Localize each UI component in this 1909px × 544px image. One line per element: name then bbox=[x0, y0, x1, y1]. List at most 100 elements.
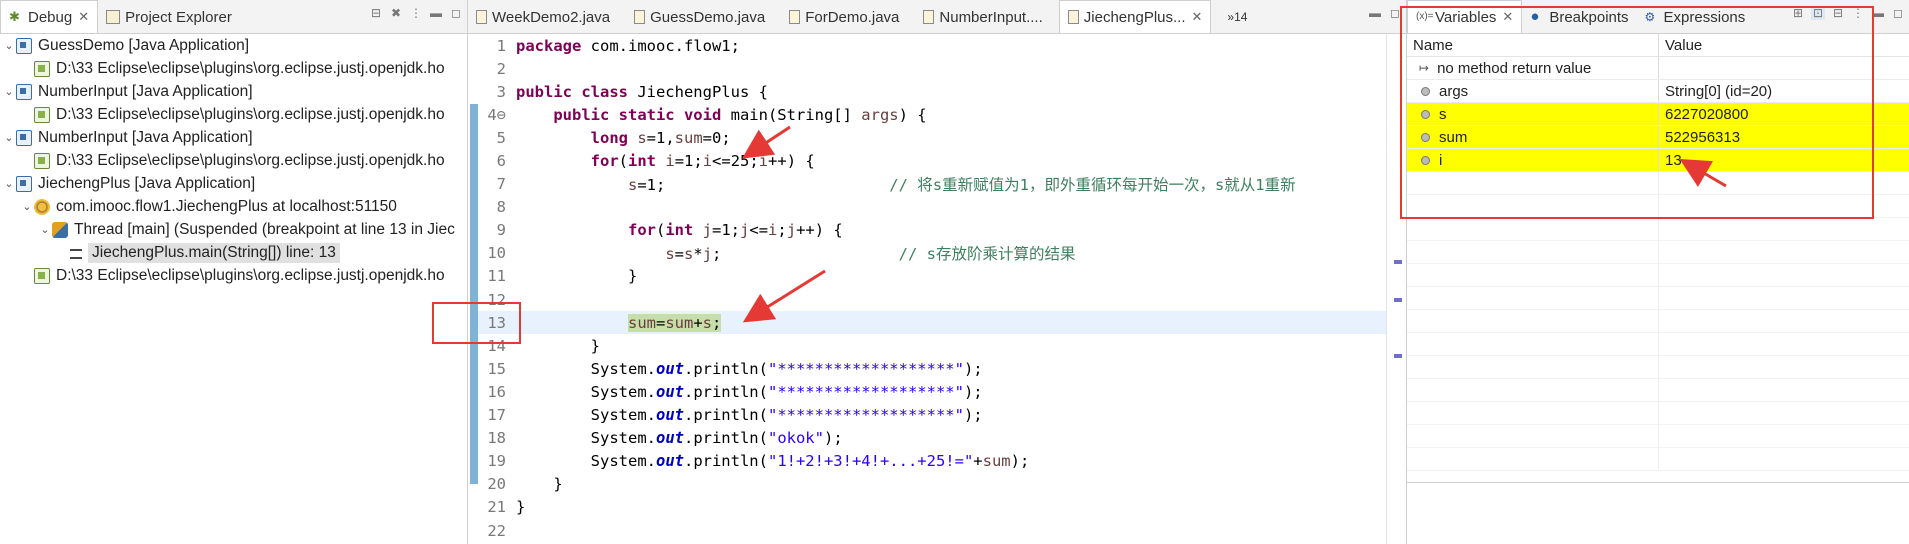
editor-tab[interactable]: GuessDemo.java bbox=[626, 1, 773, 33]
code-text: for(int j=1;j<=i;j++) { bbox=[627, 221, 843, 240]
empty-cell bbox=[1407, 241, 1659, 263]
chevron-down-icon[interactable]: ⌄ bbox=[2, 177, 16, 190]
debug-tree-item[interactable]: ⌄ JiechengPlus [Java Application] bbox=[0, 172, 467, 195]
tab-project-explorer[interactable]: Project Explorer bbox=[98, 1, 240, 33]
debug-tree-item[interactable]: ⌄ GuessDemo [Java Application] bbox=[0, 34, 467, 57]
overview-mark[interactable] bbox=[1394, 354, 1402, 358]
chevron-down-icon[interactable]: ⌄ bbox=[2, 131, 16, 144]
code-line[interactable]: 8 bbox=[478, 196, 1386, 219]
editor-tab[interactable]: NumberInput.... bbox=[915, 1, 1050, 33]
empty-cell bbox=[1407, 379, 1659, 401]
code-text: System.out.println("*******************"… bbox=[516, 406, 983, 425]
code-text: } bbox=[516, 267, 638, 286]
debug-tree-item[interactable]: ⌄ NumberInput [Java Application] bbox=[0, 126, 467, 149]
close-icon[interactable]: ✕ bbox=[1192, 9, 1203, 25]
empty-cell bbox=[1659, 425, 1909, 447]
empty-row bbox=[1407, 264, 1909, 287]
code-line[interactable]: 19 System.out.println("1!+2!+3!+4!+...+2… bbox=[478, 450, 1386, 473]
tab-overflow-button[interactable]: »14 bbox=[1219, 1, 1255, 33]
line-number: 22 bbox=[487, 521, 506, 540]
debug-tabbar: ✱ Debug ✕ Project Explorer ⊟ ✖ ⋮ ▬ ◻ bbox=[0, 0, 467, 34]
empty-cell bbox=[1659, 218, 1909, 240]
code-line[interactable]: 14 } bbox=[478, 334, 1386, 357]
remove-terminated-icon[interactable]: ✖ bbox=[389, 6, 403, 20]
close-icon[interactable]: ✕ bbox=[78, 9, 89, 25]
debug-tree-item[interactable]: JiechengPlus.main(String[]) line: 13 bbox=[0, 241, 467, 264]
code-text: s=1; // 将s重新赋值为1，即外重循环每开始一次，s就从1重新 bbox=[627, 176, 1296, 195]
editor-tab[interactable]: WeekDemo2.java bbox=[468, 1, 618, 33]
code-line[interactable]: 9 for(int j=1;j<=i;j++) { bbox=[478, 219, 1386, 242]
empty-row bbox=[1407, 241, 1909, 264]
debug-tree-label: NumberInput [Java Application] bbox=[38, 82, 253, 100]
detail-pane[interactable] bbox=[1407, 482, 1909, 544]
code-line[interactable]: 17 System.out.println("*****************… bbox=[478, 404, 1386, 427]
chevron-down-icon[interactable]: ⌄ bbox=[38, 223, 52, 236]
tab-debug-label: Debug bbox=[28, 8, 73, 26]
code-line[interactable]: 22 bbox=[478, 519, 1386, 542]
tab-project-explorer-label: Project Explorer bbox=[125, 8, 232, 26]
line-number: 6 bbox=[496, 152, 506, 171]
empty-cell bbox=[1407, 264, 1659, 286]
editor-tab[interactable]: JiechengPlus... ✕ bbox=[1058, 0, 1212, 33]
java-application-icon bbox=[16, 83, 32, 100]
debug-tree-item[interactable]: ⌄ Thread [main] (Suspended (breakpoint at… bbox=[0, 218, 467, 241]
view-menu-icon[interactable]: ⋮ bbox=[409, 6, 423, 20]
code-line[interactable]: 2 bbox=[478, 57, 1386, 80]
editor-gutter[interactable] bbox=[468, 34, 478, 544]
line-number: 10 bbox=[487, 244, 506, 263]
chevron-down-icon[interactable]: ⌄ bbox=[2, 39, 16, 52]
code-line[interactable]: 4⊖ public static void main(String[] args… bbox=[478, 103, 1386, 126]
code-line[interactable]: 7 s=1; // 将s重新赋值为1，即外重循环每开始一次，s就从1重新 bbox=[478, 173, 1386, 196]
debug-range-indicator bbox=[470, 104, 478, 484]
code-line[interactable]: 12 bbox=[478, 288, 1386, 311]
editor-tab[interactable]: ForDemo.java bbox=[781, 1, 907, 33]
line-number: 8 bbox=[496, 198, 506, 217]
empty-cell bbox=[1407, 425, 1659, 447]
code-line[interactable]: 18 System.out.println("okok"); bbox=[478, 427, 1386, 450]
debug-tree-item[interactable]: D:\33 Eclipse\eclipse\plugins\org.eclips… bbox=[0, 57, 467, 80]
code-text: System.out.println("*******************"… bbox=[516, 359, 983, 378]
line-number: 4⊖ bbox=[487, 105, 506, 124]
editor-tab-label: WeekDemo2.java bbox=[492, 8, 611, 26]
minimize-icon[interactable]: ▬ bbox=[1368, 6, 1382, 20]
code-line[interactable]: 6 for(int i=1;i<=25;i++) { bbox=[478, 149, 1386, 172]
line-number: 5 bbox=[496, 128, 506, 147]
code-line[interactable]: 10 s=s*j; // s存放阶乘计算的结果 bbox=[478, 242, 1386, 265]
minimize-icon[interactable]: ▬ bbox=[429, 6, 443, 20]
code-line[interactable]: 11 } bbox=[478, 265, 1386, 288]
debug-view: ✱ Debug ✕ Project Explorer ⊟ ✖ ⋮ ▬ ◻ ⌄ Gu… bbox=[0, 0, 468, 544]
java-file-icon bbox=[476, 10, 487, 24]
chevron-down-icon[interactable]: ⌄ bbox=[2, 85, 16, 98]
overview-mark[interactable] bbox=[1394, 298, 1402, 302]
overview-mark[interactable] bbox=[1394, 260, 1402, 264]
debug-tree-item[interactable]: D:\33 Eclipse\eclipse\plugins\org.eclips… bbox=[0, 149, 467, 172]
code-line[interactable]: 13 sum=sum+s; bbox=[478, 311, 1386, 335]
empty-row bbox=[1407, 333, 1909, 356]
chevron-down-icon[interactable]: ⌄ bbox=[20, 200, 34, 213]
empty-cell bbox=[1407, 310, 1659, 332]
code-area[interactable]: 1 package com.imooc.flow1; 2 3 public class … bbox=[478, 34, 1386, 544]
code-line[interactable]: 1 package com.imooc.flow1; bbox=[478, 34, 1386, 57]
maximize-icon[interactable]: ◻ bbox=[1891, 6, 1905, 20]
collapse-all-icon[interactable]: ⊟ bbox=[369, 6, 383, 20]
code-line[interactable]: 3 public class JiechengPlus { bbox=[478, 80, 1386, 103]
debug-tree-item[interactable]: D:\33 Eclipse\eclipse\plugins\org.eclips… bbox=[0, 103, 467, 126]
debug-tree-item[interactable]: ⌄ com.imooc.flow1.JiechengPlus at localho… bbox=[0, 195, 467, 218]
code-line[interactable]: 21} bbox=[478, 496, 1386, 519]
debug-tree-item[interactable]: ⌄ NumberInput [Java Application] bbox=[0, 80, 467, 103]
line-number: 11 bbox=[487, 267, 506, 286]
empty-cell bbox=[1659, 264, 1909, 286]
code-text: } bbox=[516, 498, 526, 517]
code-line[interactable]: 20 } bbox=[478, 473, 1386, 496]
debug-tree-item[interactable]: D:\33 Eclipse\eclipse\plugins\org.eclips… bbox=[0, 264, 467, 287]
editor-tab-label: ForDemo.java bbox=[805, 8, 900, 26]
tab-debug[interactable]: ✱ Debug ✕ bbox=[0, 0, 99, 33]
code-line[interactable]: 15 System.out.println("*****************… bbox=[478, 357, 1386, 380]
annotation-variables-box bbox=[1400, 6, 1874, 219]
code-text: sum=sum+s; bbox=[627, 313, 722, 332]
code-line[interactable]: 5 long s=1,sum=0; bbox=[478, 126, 1386, 149]
process-icon bbox=[34, 267, 50, 284]
code-line[interactable]: 16 System.out.println("*****************… bbox=[478, 380, 1386, 403]
maximize-icon[interactable]: ◻ bbox=[449, 6, 463, 20]
process-icon bbox=[34, 60, 50, 77]
